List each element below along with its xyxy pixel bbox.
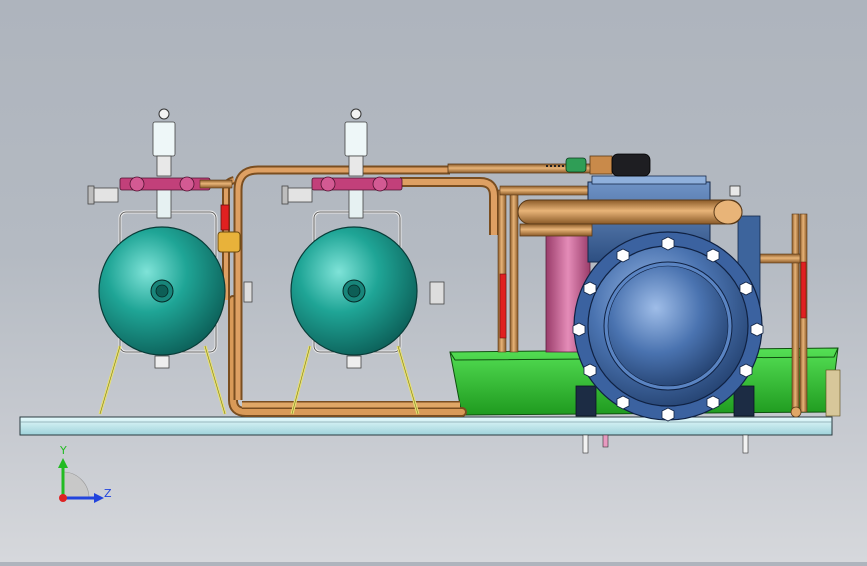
coordinate-triad: Y Z [58,444,112,503]
x-axis-arrow [59,494,67,502]
valve-assembly-right[interactable] [281,108,403,219]
valve-assembly-left[interactable] [87,108,233,219]
assembly-drawing[interactable]: Y Z [0,0,867,562]
receiver-tank-right[interactable] [290,210,445,415]
triad-y-label: Y [59,444,67,457]
cad-viewport[interactable]: Y Z [0,0,867,562]
triad-z-label: Z [104,487,112,500]
base-plate[interactable] [19,416,833,454]
